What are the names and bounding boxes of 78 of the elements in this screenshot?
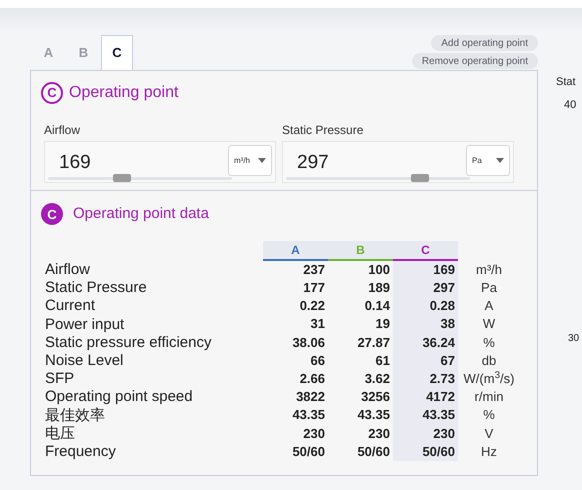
- side-value: 40: [563, 98, 576, 112]
- table-cell: 0.28: [393, 296, 458, 316]
- row-label: Static Pressure: [45, 279, 148, 296]
- row-label: Frequency: [45, 442, 117, 460]
- unit-label: Hz: [480, 442, 498, 461]
- unit-label: Pa: [480, 279, 498, 298]
- table-cell-text: 50/60: [356, 442, 391, 461]
- table-cell: 38: [393, 315, 458, 334]
- row-label: 最佳效率: [45, 406, 106, 424]
- action-button[interactable]: Remove operating point: [412, 53, 538, 69]
- slider-thumb[interactable]: [411, 174, 430, 182]
- field-label: Static Pressure: [282, 122, 364, 139]
- table-cell: 230: [393, 424, 458, 442]
- side-value: 30: [568, 332, 580, 346]
- table-cell: 36.24: [393, 333, 458, 352]
- table-cell-text: 177: [302, 279, 326, 297]
- table-cell-text: 61: [374, 352, 391, 370]
- unit-select[interactable]: m³/h: [228, 145, 272, 176]
- unit-select[interactable]: Pa: [466, 145, 510, 176]
- caret-icon: [496, 158, 504, 163]
- unit-label: V: [484, 424, 494, 443]
- table-cell: 67: [393, 351, 458, 370]
- unit-label: W/(m$^{3}$/s): [462, 369, 516, 388]
- table-cell-text: 0.14: [364, 297, 391, 316]
- unit-label: A: [484, 297, 494, 316]
- table-cell: 50/60: [393, 442, 458, 461]
- column-header: A: [263, 240, 328, 260]
- badge-icon: C: [41, 82, 63, 104]
- unit-label: %: [482, 406, 496, 424]
- tab[interactable]: C: [101, 35, 133, 70]
- unit-label: db: [480, 352, 498, 370]
- action-button[interactable]: Add operating point: [431, 35, 538, 51]
- table-cell-text: 3.62: [364, 370, 391, 388]
- input-field[interactable]: 169 m³/h: [44, 141, 276, 183]
- table-cell-text: 19: [374, 315, 391, 334]
- table-cell-text: 230: [302, 424, 326, 442]
- table-cell-text: 2.66: [298, 370, 326, 388]
- field-label: Airflow: [44, 122, 82, 139]
- panel-title: Operating point: [69, 83, 178, 103]
- unit-label: W: [482, 315, 496, 334]
- row-label: Noise Level: [45, 352, 124, 370]
- table-cell: 297: [393, 278, 458, 297]
- table-cell-text: 3822: [295, 388, 326, 406]
- row-label: 电压: [45, 424, 76, 442]
- table-cell-text: 66: [310, 352, 326, 370]
- unit-label: m³/h: [475, 260, 503, 279]
- table-cell-text: 230: [367, 424, 391, 442]
- row-label: Static pressure efficiency: [45, 334, 212, 351]
- badge-icon: C: [41, 203, 63, 226]
- table-cell-text: 31: [310, 315, 326, 334]
- table-cell: 2.73: [393, 370, 458, 388]
- caret-icon: [258, 158, 266, 163]
- table-cell-text: 38.06: [291, 334, 326, 352]
- side-label: Stat: [556, 75, 576, 90]
- table-cell-text: 0.22: [298, 297, 326, 316]
- panel-title: Operating point data: [73, 204, 209, 224]
- row-label: Airflow: [45, 261, 92, 278]
- table-cell-text: 237: [302, 260, 326, 279]
- table-cell-text: 43.35: [356, 406, 391, 424]
- table-cell-text: 100: [367, 260, 391, 279]
- row-label: Current: [45, 297, 96, 314]
- table-cell-text: 189: [367, 279, 391, 297]
- row-label: Power input: [45, 316, 126, 333]
- slider-thumb[interactable]: [112, 174, 131, 182]
- table-cell: 169: [393, 260, 458, 279]
- input-field[interactable]: 297 Pa: [282, 141, 514, 183]
- row-label: SFP: [45, 370, 76, 388]
- table-cell-text: 50/60: [291, 442, 326, 461]
- column-header: C: [393, 240, 458, 260]
- row-label: Operating point speed: [45, 388, 194, 406]
- unit-label: %: [482, 334, 496, 352]
- table-cell-text: 3256: [360, 388, 391, 406]
- unit-label: r/min: [474, 388, 504, 406]
- table-cell-text: 27.87: [356, 334, 391, 352]
- table-cell-text: 43.35: [291, 406, 326, 424]
- table-cell: 4172: [393, 388, 458, 406]
- table-cell: 43.35: [393, 406, 458, 424]
- column-header: B: [328, 240, 393, 260]
